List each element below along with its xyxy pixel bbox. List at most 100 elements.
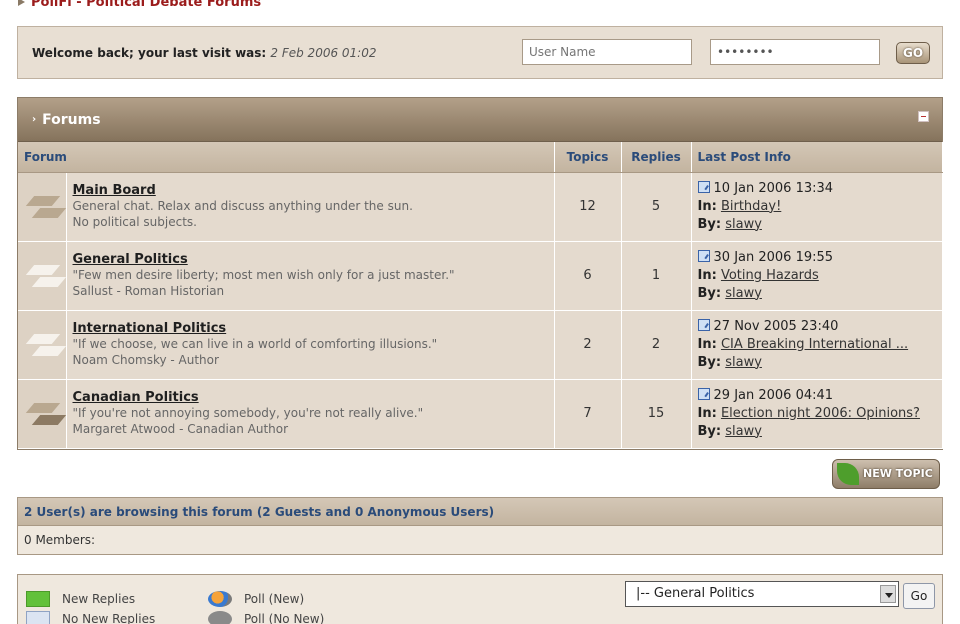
by-label: By: [697,423,722,439]
legend-panel: New Replies No New Replies Poll (New) Po… [17,574,943,624]
replies-count: 15 [621,379,692,449]
legend-label: New Replies [62,592,136,606]
folder-no-new-icon [22,330,67,360]
in-label: In: [697,336,717,352]
legend-label: Poll (New) [244,592,305,606]
last-post-date: 10 Jan 2006 13:34 [713,180,834,196]
topics-count: 2 [554,310,622,380]
forum-cell: Canadian Politics "If you're not annoyin… [66,379,555,449]
last-post-cell: 30 Jan 2006 19:55 In: Voting Hazards By:… [691,241,943,311]
forum-jump-go-button[interactable]: Go [903,583,935,609]
welcome-text: Welcome back; your last visit was: 2 Feb… [32,46,377,60]
table-row: Main Board General chat. Relax and discu… [18,172,943,242]
legend-no-new-replies: No New Replies [26,611,155,624]
forum-cell: General Politics "Few men desire liberty… [66,241,555,311]
forum-status-cell [18,379,67,449]
forum-jump-value: |-- General Politics [636,586,755,601]
forums-header: › Forums [18,98,942,142]
new-topic-button[interactable]: NEW TOPIC [832,459,940,489]
last-post-date: 30 Jan 2006 19:55 [713,249,834,265]
envelope-old-icon [26,611,50,624]
folder-new-icon [22,192,67,222]
folder-new-icon [22,399,67,429]
breadcrumb: PoliFi - Political Debate Forums [18,0,261,10]
folder-no-new-icon [22,261,67,291]
last-post-topic-link[interactable]: Voting Hazards [721,268,819,283]
last-visit: 2 Feb 2006 01:02 [270,45,377,60]
table-header-row: Forum Topics Replies Last Post Info [18,142,943,173]
forum-link[interactable]: Canadian Politics [73,390,554,405]
post-icon[interactable] [697,249,710,262]
last-post-cell: 10 Jan 2006 13:34 In: Birthday! By: slaw… [691,172,943,242]
in-label: In: [697,198,717,214]
legend-new-replies: New Replies [26,591,135,607]
last-post-topic-link[interactable]: Birthday! [721,199,781,214]
forum-desc: "If you're not annoying somebody, you're… [72,406,424,420]
arrow-right-icon: › [32,114,37,125]
last-post-cell: 27 Nov 2005 23:40 In: CIA Breaking Inter… [691,310,943,380]
post-icon[interactable] [697,318,710,331]
username-input[interactable] [522,39,692,65]
poll-old-icon [208,611,232,624]
post-icon[interactable] [697,180,710,193]
browsing-panel: 2 User(s) are browsing this forum (2 Gue… [17,497,943,555]
password-input[interactable] [710,39,880,65]
topics-count: 6 [554,241,622,311]
table-row: International Politics "If we choose, we… [18,310,943,380]
in-label: In: [697,267,717,283]
forum-desc-2: No political subjects. [72,215,197,229]
replies-count: 1 [621,241,692,311]
last-post-topic-link[interactable]: CIA Breaking International ... [721,337,908,352]
forum-link[interactable]: General Politics [73,252,554,267]
last-post-cell: 29 Jan 2006 04:41 In: Election night 200… [691,379,943,449]
forum-status-cell [18,241,67,311]
chevron-down-icon[interactable] [880,585,896,603]
by-label: By: [697,354,722,370]
forum-desc-2: Sallust - Roman Historian [72,284,225,298]
forum-link[interactable]: Main Board [73,183,554,198]
col-last-post: Last Post Info [691,142,943,173]
forums-panel: › Forums Forum Topics Replies Last Post … [17,97,943,450]
forums-title: Forums [42,111,101,128]
leaf-icon [837,463,859,485]
last-post-topic-link[interactable]: Election night 2006: Opinions? [721,406,920,421]
last-post-date: 29 Jan 2006 04:41 [713,387,834,403]
poll-new-icon [208,591,232,607]
collapse-icon[interactable] [918,111,929,122]
by-label: By: [697,216,722,232]
forum-link[interactable]: International Politics [73,321,554,336]
col-forum: Forum [18,142,555,173]
breadcrumb-link[interactable]: PoliFi - Political Debate Forums [31,0,261,10]
legend-label: Poll (No New) [244,612,325,624]
forum-cell: Main Board General chat. Relax and discu… [66,172,555,242]
last-post-author-link[interactable]: slawy [725,286,762,301]
col-replies: Replies [621,142,692,173]
login-bar: Welcome back; your last visit was: 2 Feb… [17,26,943,79]
last-post-date: 27 Nov 2005 23:40 [713,318,839,334]
replies-count: 2 [621,310,692,380]
forum-status-cell [18,172,67,242]
login-go-button[interactable]: GO [896,42,930,64]
new-topic-label: NEW TOPIC [863,467,933,480]
legend-label: No New Replies [62,612,156,624]
forum-jump-select[interactable]: |-- General Politics [625,581,899,607]
post-icon[interactable] [697,387,710,400]
welcome-label: Welcome back; your last visit was: [32,45,267,60]
table-row: General Politics "Few men desire liberty… [18,241,943,311]
table-row: Canadian Politics "If you're not annoyin… [18,379,943,449]
browsing-header: 2 User(s) are browsing this forum (2 Gue… [18,498,942,526]
forum-status-cell [18,310,67,380]
replies-count: 5 [621,172,692,242]
legend-poll-new: Poll (New) [208,591,304,607]
members-text: 0 Members: [24,533,96,547]
forum-desc: General chat. Relax and discuss anything… [72,199,413,213]
by-label: By: [697,285,722,301]
forum-desc-2: Noam Chomsky - Author [72,353,219,367]
forums-table: Forum Topics Replies Last Post Info Main… [18,142,943,449]
forum-desc: "Few men desire liberty; most men wish o… [72,268,455,282]
envelope-new-icon [26,591,50,607]
last-post-author-link[interactable]: slawy [725,355,762,370]
last-post-author-link[interactable]: slawy [725,217,762,232]
topics-count: 7 [554,379,622,449]
last-post-author-link[interactable]: slawy [725,424,762,439]
